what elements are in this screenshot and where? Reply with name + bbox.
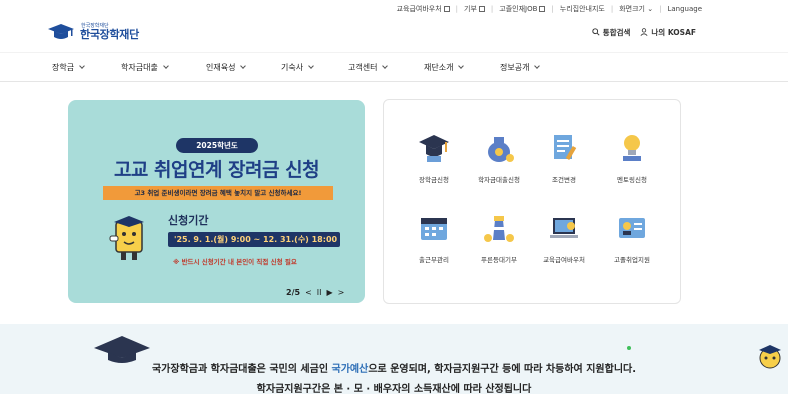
nav-item-dormitory[interactable]: 기숙사 — [281, 62, 314, 73]
external-link-icon — [443, 6, 450, 12]
mascot-character-icon — [108, 212, 152, 262]
decorative-dot — [627, 346, 631, 350]
quick-item-voucher[interactable]: 교육급여바우처 — [534, 212, 594, 264]
quick-item-employment[interactable]: 고졸취업지원 — [602, 212, 662, 264]
chevron-down-icon: ⌄ — [647, 5, 654, 13]
divider: | — [551, 5, 554, 13]
lighthouse-icon — [482, 212, 516, 244]
banner-period: '25. 9. 1.(월) 9:00 ~ 12. 31.(수) 18:00 — [168, 232, 340, 247]
document-pen-icon — [547, 132, 581, 164]
external-link-icon — [539, 6, 546, 12]
chevron-down-icon — [162, 63, 169, 69]
chevron-down-icon — [79, 63, 85, 69]
search-icon — [592, 27, 600, 38]
nav-item-scholarship[interactable]: 장학금 — [52, 62, 85, 73]
main-banner[interactable]: 2025학년도 고교 취업연계 장려금 신청 고3 취업 준비생이라면 장려금 … — [68, 100, 365, 303]
quick-item-loan[interactable]: 학자금대출신청 — [469, 132, 529, 184]
chevron-down-icon — [534, 63, 541, 69]
banner-subtitle: 고3 취업 준비생이라면 장려금 혜택 놓치지 말고 신청하세요! — [103, 186, 333, 200]
info-section: 국가장학금과 학자금대출은 국민의 세금인 국가예산으로 운영되며, 학자금지원… — [0, 324, 788, 395]
banner-page-indicator: 2/5 — [286, 288, 301, 297]
info-text-line2: 학자금지원구간은 본 · 모 · 배우자의 소득재산에 따라 산정됩니다 — [256, 384, 532, 395]
quick-item-scholarship[interactable]: 장학금신청 — [404, 132, 464, 184]
chevron-down-icon — [382, 63, 389, 69]
quick-item-change[interactable]: 조건변경 — [534, 132, 594, 184]
graduation-cap-logo-icon — [46, 22, 76, 42]
divider: | — [659, 5, 662, 13]
divider: | — [610, 5, 614, 13]
banner-period-label: 신청기간 — [168, 214, 209, 227]
prev-slide-button[interactable]: < — [305, 288, 312, 297]
nav-item-about[interactable]: 재단소개 — [424, 62, 465, 73]
nav-item-loan[interactable]: 학자금대출 — [121, 62, 169, 73]
chevron-down-icon — [308, 63, 314, 69]
header-actions: 통합검색 나의 KOSAF — [592, 27, 696, 38]
nav-item-disclosure[interactable]: 정보공개 — [500, 62, 541, 73]
nav-item-customer-center[interactable]: 고객센터 — [348, 62, 389, 73]
graduation-cap-icon — [417, 132, 451, 164]
user-icon — [640, 27, 648, 38]
util-link-donate[interactable]: 기부 — [464, 4, 485, 14]
quick-item-lighthouse[interactable]: 푸른등대기부 — [469, 212, 529, 264]
chevron-down-icon — [458, 63, 465, 69]
chevron-down-icon — [240, 63, 247, 69]
divider: | — [455, 5, 459, 13]
util-link-voucher[interactable]: 교육급여바우처 — [397, 4, 450, 14]
utility-bar: 교육급여바우처 | 기부 | 고졸인재JOB | 누리집안내지도 | 화면크기 … — [397, 4, 702, 14]
nav-item-talent[interactable]: 인재육성 — [206, 62, 247, 73]
money-bag-icon — [482, 132, 516, 164]
util-link-language[interactable]: Language — [667, 5, 702, 13]
quick-menu: 장학금신청 학자금대출신청 조건변경 멘토링신청 출근부관리 푸른등대기부 교육… — [383, 99, 681, 304]
quick-item-attendance[interactable]: 출근부관리 — [404, 212, 464, 264]
main-navigation: 장학금 학자금대출 인재육성 기숙사 고객센터 재단소개 정보공개 — [0, 52, 788, 82]
lightbulb-icon — [615, 132, 649, 164]
calendar-icon — [417, 212, 451, 244]
quick-item-mentoring[interactable]: 멘토링신청 — [602, 132, 662, 184]
banner-note: ※ 반드시 신청기간 내 본인이 직접 신청 필요 — [173, 258, 297, 266]
util-link-sitemap[interactable]: 누리집안내지도 — [560, 4, 605, 14]
graduation-cap-icon — [90, 330, 152, 364]
info-text-line1: 국가장학금과 학자금대출은 국민의 세금인 국가예산으로 운영되며, 학자금지원… — [151, 364, 637, 375]
util-link-screen-size[interactable]: 화면크기 ⌄ — [619, 4, 653, 14]
logo-title: 한국장학재단 — [80, 28, 139, 41]
my-kosaf-button[interactable]: 나의 KOSAF — [640, 27, 696, 38]
banner-year-badge: 2025학년도 — [176, 138, 258, 153]
util-link-job[interactable]: 고졸인재JOB — [499, 4, 546, 14]
play-slide-button[interactable]: ▶ — [326, 288, 332, 297]
chatbot-mascot-icon[interactable] — [756, 342, 784, 370]
external-link-icon — [478, 6, 485, 12]
pause-slide-button[interactable]: II — [317, 288, 322, 297]
divider: | — [490, 5, 494, 13]
banner-pager: 2/5 < II ▶ > — [286, 288, 344, 297]
search-button[interactable]: 통합검색 — [592, 27, 630, 38]
id-card-icon — [615, 212, 649, 244]
next-slide-button[interactable]: > — [338, 288, 345, 297]
laptop-icon — [547, 212, 581, 244]
site-logo[interactable]: 한국장학재단 한국장학재단 — [46, 22, 139, 42]
banner-title: 고교 취업연계 장려금 신청 — [113, 159, 320, 181]
